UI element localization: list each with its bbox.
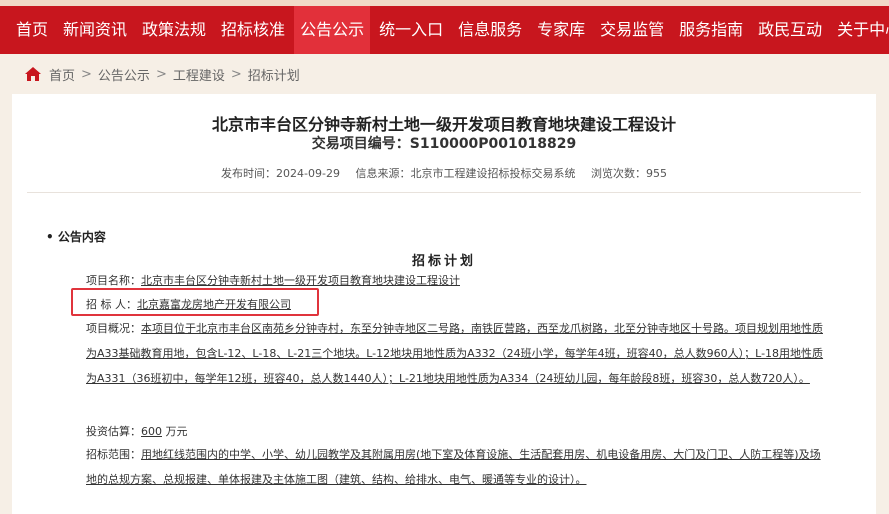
nav-item-interaction[interactable]: 政民互动 bbox=[752, 6, 828, 54]
article-meta: 发布时间：2024-09-29 信息来源：北京市工程建设招标投标交易系统 浏览次… bbox=[12, 165, 876, 181]
breadcrumb-separator: > bbox=[81, 66, 92, 82]
view-count: 浏览次数：955 bbox=[590, 167, 667, 180]
main-nav: 首页 新闻资讯 政策法规 招标核准 公告公示 统一入口 信息服务 专家库 交易监… bbox=[0, 6, 889, 54]
info-source: 信息来源：北京市工程建设招标投标交易系统 bbox=[355, 167, 576, 180]
breadcrumb: 首页 > 公告公示 > 工程建设 > 招标计划 bbox=[24, 63, 300, 85]
publish-time: 发布时间：2024-09-29 bbox=[221, 167, 340, 180]
nav-item-supervision[interactable]: 交易监管 bbox=[594, 6, 670, 54]
nav-item-policy[interactable]: 政策法规 bbox=[136, 6, 212, 54]
home-icon[interactable] bbox=[24, 66, 42, 82]
field-label: 招标范围： bbox=[86, 448, 141, 461]
nav-item-unified-entry[interactable]: 统一入口 bbox=[373, 6, 449, 54]
project-name-value: 北京市丰台区分钟寺新村土地一级开发项目教育地块建设工程设计 bbox=[141, 274, 460, 287]
section-heading: • 公告内容 bbox=[46, 230, 106, 244]
nav-item-bid-approval[interactable]: 招标核准 bbox=[215, 6, 291, 54]
divider bbox=[27, 192, 861, 193]
nav-item-info-service[interactable]: 信息服务 bbox=[452, 6, 528, 54]
breadcrumb-announcements[interactable]: 公告公示 bbox=[98, 65, 150, 84]
project-number: 交易项目编号：S110000P001018829 bbox=[311, 136, 577, 152]
nav-item-service-guide[interactable]: 服务指南 bbox=[673, 6, 749, 54]
investment-row: 投资估算：600 万元 bbox=[86, 423, 188, 439]
article-title: 北京市丰台区分钟寺新村土地一级开发项目教育地块建设工程设计 bbox=[211, 115, 676, 134]
field-label: 项目名称： bbox=[86, 274, 141, 287]
nav-item-about[interactable]: 关于中心 bbox=[831, 6, 889, 54]
breadcrumb-home[interactable]: 首页 bbox=[49, 65, 75, 84]
article-panel: 北京市丰台区分钟寺新村土地一级开发项目教育地块建设工程设计 交易项目编号：S11… bbox=[12, 94, 876, 514]
field-label: 投资估算： bbox=[86, 425, 141, 438]
overview-value: 本项目位于北京市丰台区南苑乡分钟寺村，东至分钟寺地区二号路，南铁匠营路，西至龙爪… bbox=[86, 322, 824, 385]
plan-title: 招标计划 bbox=[411, 254, 476, 269]
nav-item-news[interactable]: 新闻资讯 bbox=[57, 6, 133, 54]
nav-item-announcements[interactable]: 公告公示 bbox=[294, 6, 371, 54]
highlight-box bbox=[71, 288, 319, 316]
project-name-row: 项目名称：北京市丰台区分钟寺新村土地一级开发项目教育地块建设工程设计 bbox=[86, 272, 460, 288]
breadcrumb-separator: > bbox=[230, 66, 242, 82]
scope-value: 用地红线范围内的中学、小学、幼儿园教学及其附属用房(地下室及体育设施、生活配套用… bbox=[86, 448, 821, 486]
breadcrumb-construction[interactable]: 工程建设 bbox=[173, 65, 225, 84]
investment-unit: 万元 bbox=[165, 425, 188, 438]
scope-paragraph: 招标范围：用地红线范围内的中学、小学、幼儿园教学及其附属用房(地下室及体育设施、… bbox=[86, 442, 826, 492]
overview-paragraph: 项目概况：本项目位于北京市丰台区南苑乡分钟寺村，东至分钟寺地区二号路，南铁匠营路… bbox=[86, 316, 826, 391]
nav-item-expert-pool[interactable]: 专家库 bbox=[531, 6, 591, 54]
investment-value: 600 bbox=[141, 425, 162, 438]
nav-item-home[interactable]: 首页 bbox=[10, 6, 54, 54]
field-label: 项目概况： bbox=[86, 322, 141, 335]
breadcrumb-bid-plan[interactable]: 招标计划 bbox=[248, 65, 300, 84]
breadcrumb-separator: > bbox=[155, 66, 167, 82]
